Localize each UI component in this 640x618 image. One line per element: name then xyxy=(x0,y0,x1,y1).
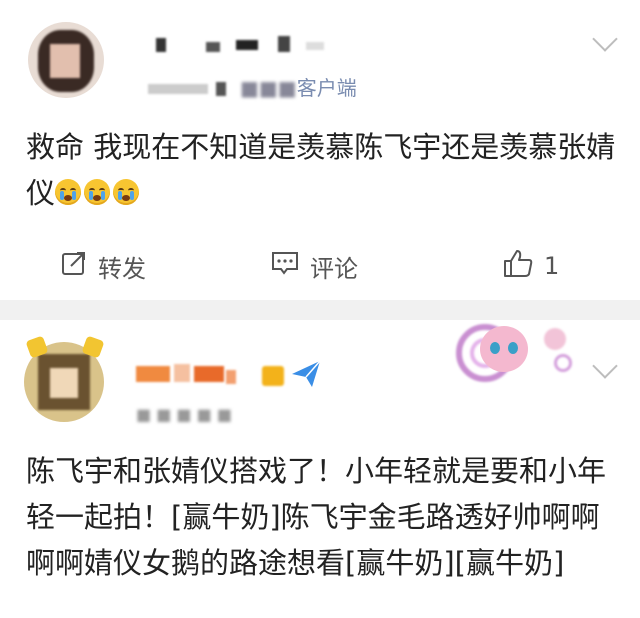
pink-mascot-icon xyxy=(480,326,528,372)
action-bar: 转发 评论 1 xyxy=(0,236,640,296)
post-meta-redacted: ■ ■ ■ ■ ■ xyxy=(136,405,232,424)
comment-label: 评论 xyxy=(310,254,358,283)
post-text: 陈飞宇和张婧仪搭戏了！小年轻就是要和小年轻一起拍！[赢牛奶]陈飞宇金毛路透好帅啊… xyxy=(26,448,626,586)
crying-emoji xyxy=(84,179,111,205)
username-redacted[interactable] xyxy=(136,360,246,390)
like-count: 1 xyxy=(544,252,560,280)
crying-emoji xyxy=(55,179,82,205)
post-text-content: 陈飞宇和张婧仪搭戏了！小年轻就是要和小年轻一起拍！[赢牛奶]陈飞宇金毛路透好帅啊… xyxy=(26,454,607,580)
post-text: 救命 我现在不知道是羡慕陈飞宇还是羡慕张婧仪 xyxy=(26,124,626,216)
repost-button[interactable]: 转发 xyxy=(60,236,146,296)
avatar-image-face xyxy=(50,368,78,398)
chevron-down-icon[interactable] xyxy=(592,26,618,52)
send-icon xyxy=(290,358,322,394)
post-card: ■■■客户端 救命 我现在不知道是羡慕陈飞宇还是羡慕张婧仪 转发 评论 1 xyxy=(0,0,640,300)
thumbs-up-icon xyxy=(502,248,534,284)
like-button[interactable]: 1 xyxy=(502,236,559,296)
comment-button[interactable]: 评论 xyxy=(270,236,358,296)
post-source[interactable]: ■■■客户端 xyxy=(240,72,357,101)
crying-emoji xyxy=(113,179,140,205)
avatar-image-face xyxy=(50,44,80,78)
post-meta-redacted xyxy=(140,80,240,98)
card-separator xyxy=(0,300,640,320)
username-redacted[interactable] xyxy=(150,34,330,58)
source-label: 客户端 xyxy=(296,76,357,100)
vip-badge-icon[interactable] xyxy=(262,366,284,386)
repost-icon xyxy=(60,249,88,283)
source-redacted: ■■■ xyxy=(240,76,297,100)
comment-icon xyxy=(270,249,300,283)
repost-label: 转发 xyxy=(98,254,146,283)
avatar[interactable] xyxy=(28,22,104,98)
card-decoration xyxy=(450,320,572,390)
